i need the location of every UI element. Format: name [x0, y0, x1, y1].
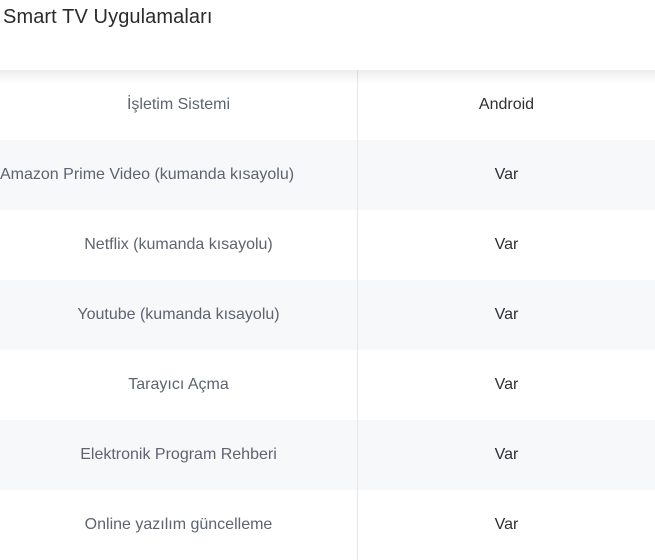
- table-row: Amazon Prime Video (kumanda kısayolu) Va…: [0, 140, 655, 210]
- spec-label: Tarayıcı Açma: [0, 350, 358, 420]
- spec-value: Android: [478, 96, 535, 113]
- table-row: Tarayıcı Açma Var: [0, 350, 655, 420]
- table-row: Online yazılım güncelleme Var: [0, 490, 655, 560]
- spec-value: Var: [494, 166, 519, 183]
- table-row: Youtube (kumanda kısayolu) Var: [0, 280, 655, 350]
- table-row: Netflix (kumanda kısayolu) Var: [0, 210, 655, 280]
- table-row: İşletim Sistemi Android: [0, 70, 655, 140]
- spec-label: Online yazılım güncelleme: [0, 490, 358, 560]
- spec-value: Var: [494, 236, 519, 253]
- spec-value: Var: [494, 376, 519, 393]
- spec-label: Elektronik Program Rehberi: [0, 420, 358, 490]
- spec-label: Youtube (kumanda kısayolu): [0, 280, 358, 350]
- table-row: Elektronik Program Rehberi Var: [0, 420, 655, 490]
- spec-value: Var: [494, 446, 519, 463]
- spec-label: Netflix (kumanda kısayolu): [0, 210, 358, 280]
- smart-tv-spec-table: İşletim Sistemi Android Amazon Prime Vid…: [0, 70, 655, 560]
- spec-label: Amazon Prime Video (kumanda kısayolu): [0, 140, 358, 210]
- section-title: Smart TV Uygulamaları: [3, 6, 213, 28]
- spec-value: Var: [494, 516, 519, 533]
- spec-value: Var: [494, 306, 519, 323]
- spec-label: İşletim Sistemi: [0, 70, 358, 140]
